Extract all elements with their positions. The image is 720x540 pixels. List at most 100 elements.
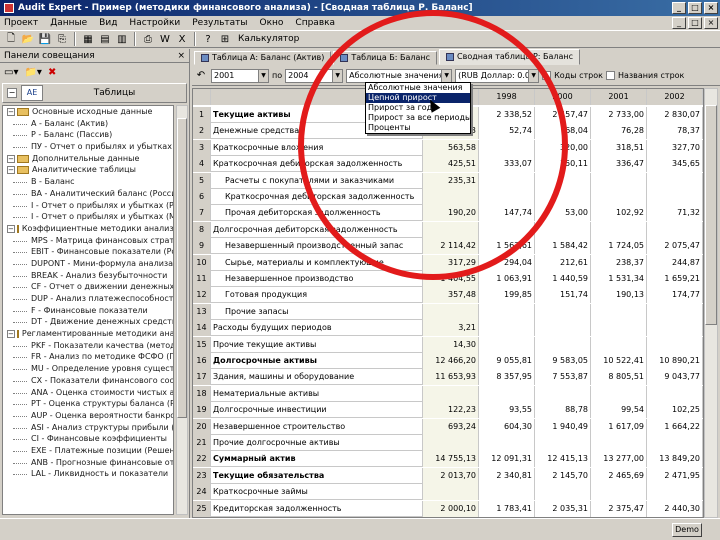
tree-item[interactable]: DT - Движение денежных средств — [3, 316, 173, 328]
value-cell[interactable] — [423, 435, 479, 451]
value-cell[interactable]: 9 043,77 — [647, 369, 703, 386]
column-header[interactable] — [193, 89, 211, 105]
value-cell[interactable]: 102,92 — [591, 205, 647, 222]
value-cell[interactable]: 2 114,42 — [423, 238, 479, 255]
dropdown-option[interactable]: Проценты — [366, 123, 470, 133]
column-header[interactable]: 2001 — [591, 89, 647, 105]
table-row[interactable]: 17 Здания, машины и оборудование 11 653,93… — [193, 369, 703, 386]
left-panel-scrollbar[interactable] — [176, 105, 188, 515]
value-cell[interactable] — [647, 189, 703, 205]
print-icon[interactable]: ⎙ — [141, 32, 155, 46]
tree-folder[interactable]: − Дополнительные данные — [3, 153, 173, 165]
tree-item[interactable]: DUPONT - Мини-формула анализа — [3, 258, 173, 270]
value-cell[interactable] — [479, 484, 535, 501]
value-cell[interactable]: 2 000,10 — [423, 500, 479, 517]
minimize-button[interactable]: _ — [672, 2, 686, 14]
tab-balance[interactable]: Таблица Б: Баланс — [333, 51, 438, 65]
value-cell[interactable] — [591, 303, 647, 320]
value-cell[interactable]: 71,32 — [647, 205, 703, 222]
value-cell[interactable] — [591, 189, 647, 205]
value-cell[interactable]: 53,00 — [535, 205, 591, 222]
value-cell[interactable]: 9 055,81 — [479, 353, 535, 369]
value-cell[interactable]: 604,30 — [479, 418, 535, 435]
tab-summary-balance[interactable]: Сводная таблица Р: Баланс — [439, 49, 581, 65]
value-cell[interactable]: 13 849,20 — [647, 451, 703, 468]
scrollbar-thumb[interactable] — [705, 105, 717, 325]
value-cell[interactable]: 10 890,21 — [647, 353, 703, 369]
tree-item[interactable]: DUP - Анализ платежеспособности — [3, 293, 173, 305]
table-row[interactable]: 23 Текущие обязательства 2 013,70 2 340,81 2… — [193, 467, 703, 484]
value-cell[interactable] — [423, 484, 479, 501]
dropdown-option[interactable]: Абсолютные значения — [366, 83, 470, 93]
menu-data[interactable]: Данные — [50, 18, 87, 28]
period-to-select[interactable]: 2004 ▼ — [285, 68, 344, 83]
close-button[interactable]: × — [704, 2, 718, 14]
table-row[interactable]: 12 Готовая продукция 357,48 199,85 151,74 190… — [193, 287, 703, 304]
period-from-select[interactable]: 2001 ▼ — [211, 68, 269, 83]
folder-add-icon[interactable]: 📁▾ — [24, 67, 41, 78]
value-cell[interactable]: 174,77 — [647, 287, 703, 304]
open-icon[interactable]: 📂 — [21, 32, 35, 46]
tree-item[interactable]: PKF - Показатели качества (методика) — [3, 340, 173, 352]
value-cell[interactable] — [591, 172, 647, 189]
table-row[interactable]: 8 Долгосрочная дебиторская задолженность — [193, 221, 703, 238]
value-cell[interactable]: 333,07 — [479, 156, 535, 173]
value-cell[interactable] — [423, 385, 479, 402]
value-cell[interactable] — [535, 189, 591, 205]
tree-item[interactable]: MPS - Матрица финансовых стратегий — [3, 235, 173, 247]
tree-item[interactable]: EBIT - Финансовые показатели (Россия) — [3, 246, 173, 258]
value-cell[interactable]: 151,74 — [535, 287, 591, 304]
tree-item[interactable]: I - Отчет о прибылях и убытках (МСФО) — [3, 211, 173, 223]
value-cell[interactable]: 1 531,34 — [591, 271, 647, 287]
panel-close-icon[interactable]: × — [177, 49, 185, 63]
value-cell[interactable]: 244,87 — [647, 254, 703, 271]
value-cell[interactable]: 212,61 — [535, 254, 591, 271]
help-icon[interactable]: ? — [201, 32, 215, 46]
tree-item[interactable]: BA - Аналитический баланс (Россия) — [3, 188, 173, 200]
value-cell[interactable] — [647, 320, 703, 337]
export-icon[interactable]: ⎘ — [55, 32, 69, 46]
tree-item[interactable]: А - Баланс (Актив) — [3, 118, 173, 130]
value-cell[interactable]: 1 724,05 — [591, 238, 647, 255]
collapse-icon[interactable]: − — [7, 166, 15, 175]
table-row[interactable]: 16 Долгосрочные активы 12 466,20 9 055,81 9 … — [193, 353, 703, 369]
value-cell[interactable]: 357,48 — [423, 287, 479, 304]
value-cell[interactable]: 199,85 — [479, 287, 535, 304]
value-cell[interactable]: 294,04 — [479, 254, 535, 271]
value-cell[interactable]: 12 415,13 — [535, 451, 591, 468]
value-cell[interactable]: 9 583,05 — [535, 353, 591, 369]
value-cell[interactable] — [647, 303, 703, 320]
menu-settings[interactable]: Настройки — [129, 18, 180, 28]
value-cell[interactable]: 1 440,59 — [535, 271, 591, 287]
column-header[interactable]: 1998 — [479, 89, 535, 105]
value-cell[interactable]: 1 063,91 — [479, 271, 535, 287]
value-cell[interactable]: 235,31 — [423, 172, 479, 189]
chart-icon[interactable]: ▥ — [115, 32, 129, 46]
value-cell[interactable]: 1 562,61 — [479, 238, 535, 255]
value-cell[interactable]: 1 664,22 — [647, 418, 703, 435]
value-cell[interactable] — [591, 336, 647, 353]
value-cell[interactable]: 2 471,95 — [647, 467, 703, 484]
value-cell[interactable]: 68,04 — [535, 123, 591, 140]
menu-window[interactable]: Окно — [260, 18, 284, 28]
table-row[interactable]: 24 Краткосрочные займы — [193, 484, 703, 501]
child-maximize-button[interactable]: □ — [688, 17, 702, 29]
tree-item[interactable]: Р - Баланс (Пассив) — [3, 129, 173, 141]
values-mode-select[interactable]: Абсолютные значения ▼ — [346, 68, 453, 83]
value-cell[interactable] — [647, 172, 703, 189]
value-cell[interactable]: 320,00 — [535, 139, 591, 156]
collapse-icon[interactable]: − — [7, 329, 15, 338]
value-cell[interactable]: 318,51 — [591, 139, 647, 156]
value-cell[interactable]: 327,70 — [647, 139, 703, 156]
tab-balance-asset[interactable]: Таблица А: Баланс (Актив) — [194, 51, 332, 65]
value-cell[interactable] — [535, 435, 591, 451]
child-minimize-button[interactable]: _ — [672, 17, 686, 29]
tree-item[interactable]: LAL - Ликвидность и показатели — [3, 468, 173, 480]
value-cell[interactable]: 102,25 — [647, 402, 703, 419]
value-cell[interactable] — [479, 221, 535, 238]
value-cell[interactable] — [535, 336, 591, 353]
tables-header[interactable]: − AE Таблицы — [2, 83, 187, 103]
table-row[interactable]: 3 Краткосрочные вложения 563,58 320,00 318,5… — [193, 139, 703, 156]
value-cell[interactable]: 425,51 — [423, 156, 479, 173]
value-cell[interactable] — [647, 484, 703, 501]
